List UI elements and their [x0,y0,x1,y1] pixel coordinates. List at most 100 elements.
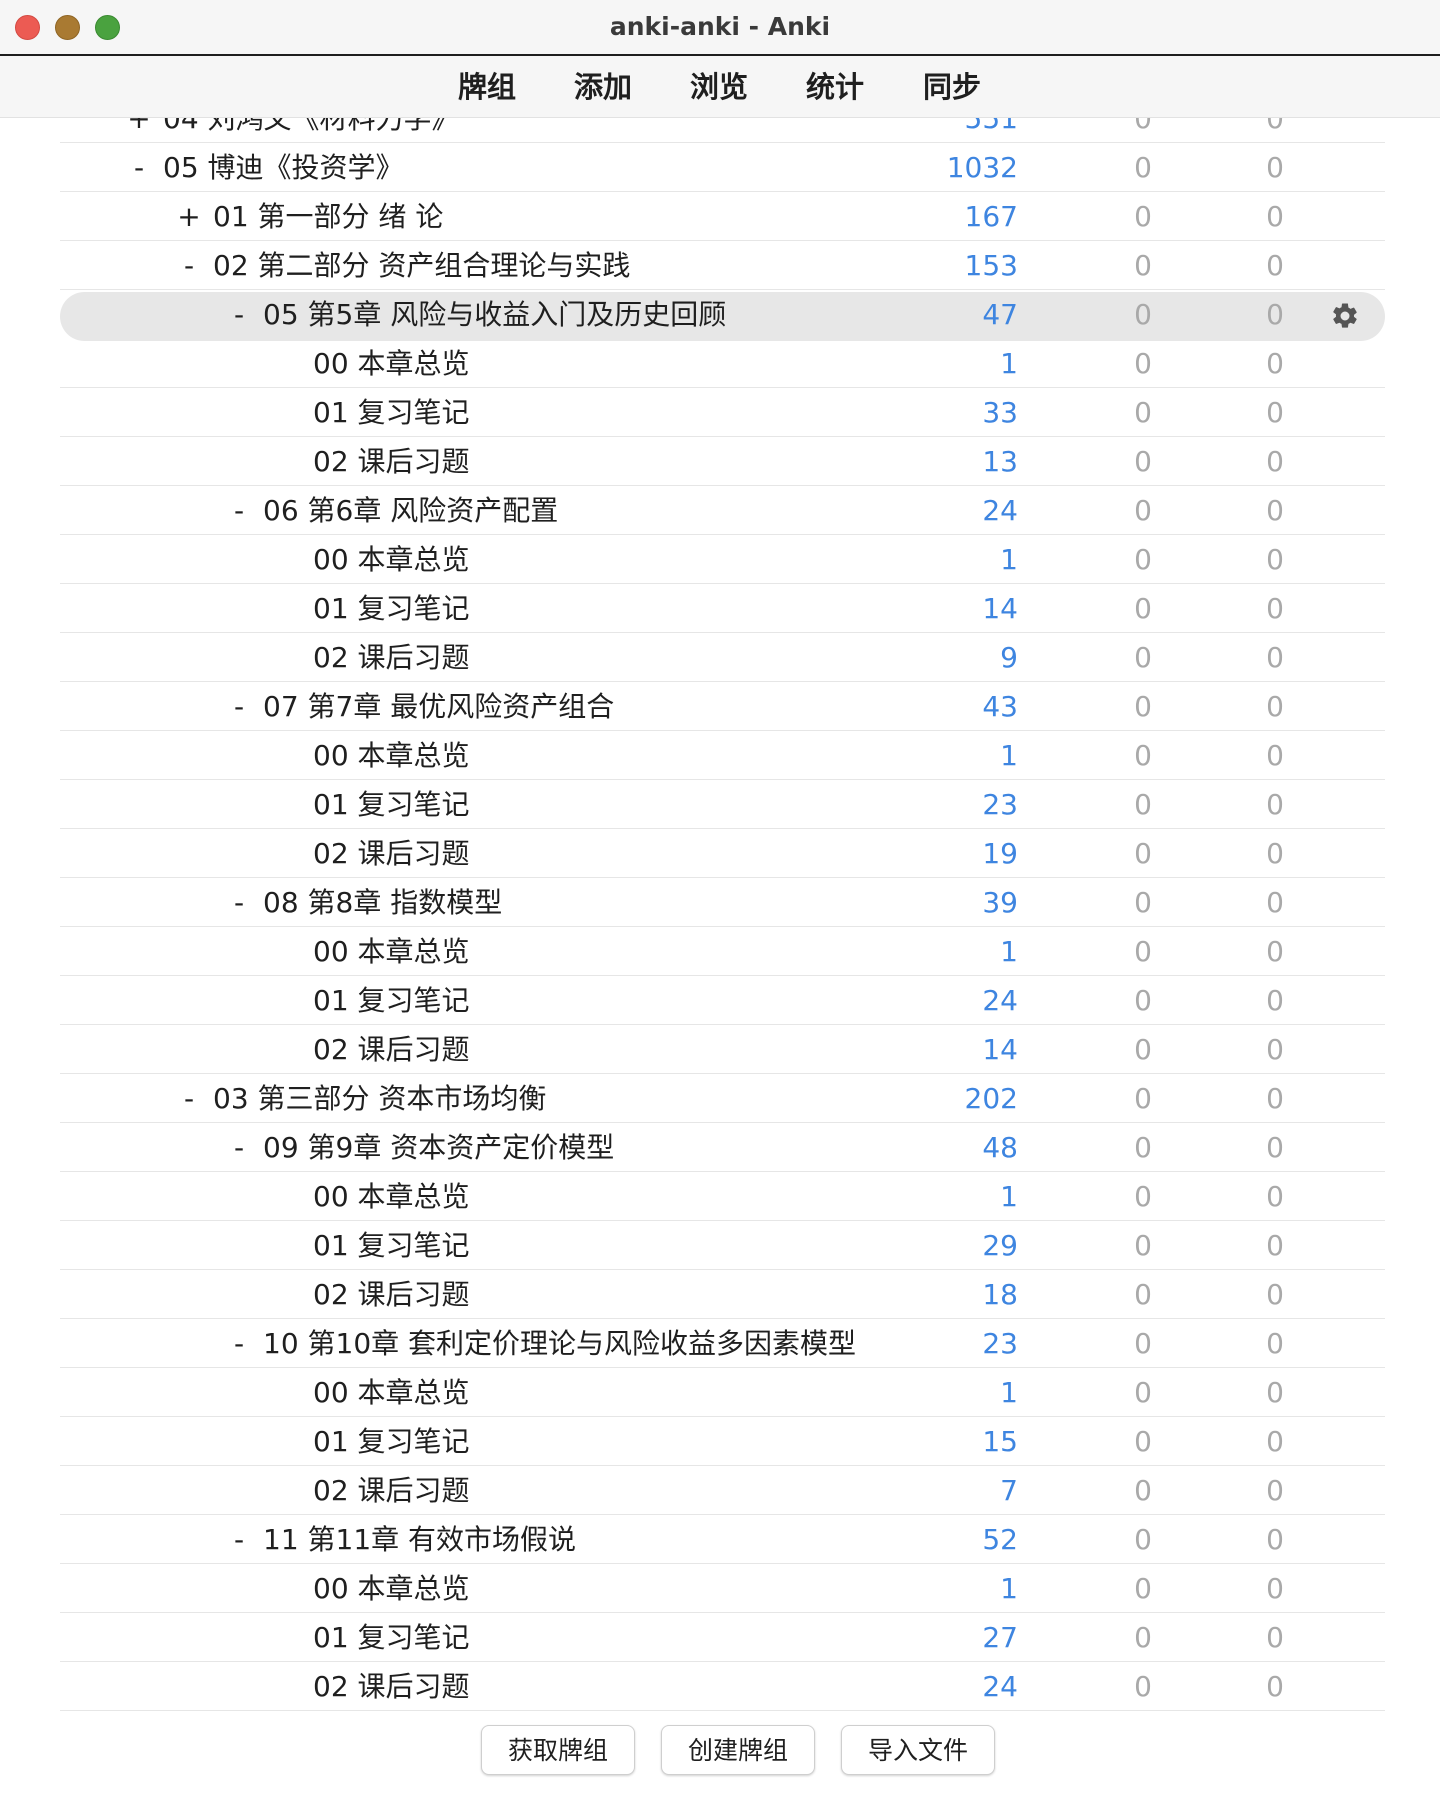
deck-row-current[interactable]: -05 第5章 风险与收益入门及历史回顾 47 0 0 [0,290,1440,341]
deck-name-link[interactable]: 00 本章总览 [313,927,470,976]
get-shared-button[interactable]: 获取牌组 [481,1725,635,1775]
collapse-toggle[interactable]: - [224,1515,254,1564]
deck-row[interactable]: 01 复习笔记 23 0 0 [0,780,1440,829]
deck-row[interactable]: -05 博迪《投资学》 1032 0 0 [0,143,1440,192]
deck-name-link[interactable]: 00 本章总览 [313,1564,470,1613]
deck-name-link[interactable]: 01 第一部分 绪 论 [213,192,443,241]
deck-row[interactable]: -11 第11章 有效市场假说 52 0 0 [0,1515,1440,1564]
expand-toggle[interactable]: + [174,192,204,241]
collapse-toggle[interactable]: - [224,486,254,535]
new-count: 39 [982,886,1018,919]
deck-row[interactable]: 00 本章总览 1 0 0 [0,535,1440,584]
toolbar-decks[interactable]: 牌组 [458,56,516,118]
deck-list[interactable]: +04 刘鸿文《材料力学》 551 0 0-05 博迪《投资学》 1032 0 0 +01 第… [0,118,1440,1713]
create-deck-button[interactable]: 创建牌组 [661,1725,815,1775]
deck-name-link[interactable]: 01 复习笔记 [313,1221,470,1270]
deck-row[interactable]: -09 第9章 资本资产定价模型 48 0 0 [0,1123,1440,1172]
deck-row[interactable]: 01 复习笔记 27 0 0 [0,1613,1440,1662]
deck-row[interactable]: -10 第10章 套利定价理论与风险收益多因素模型 23 0 0 [0,1319,1440,1368]
toolbar-add[interactable]: 添加 [574,56,632,118]
deck-name-link[interactable]: 10 第10章 套利定价理论与风险收益多因素模型 [263,1319,856,1368]
deck-row[interactable]: +01 第一部分 绪 论 167 0 0 [0,192,1440,241]
deck-row[interactable]: +04 刘鸿文《材料力学》 551 0 0 [0,118,1440,143]
learn-count: 0 [1134,690,1152,723]
deck-row[interactable]: 02 课后习题 19 0 0 [0,829,1440,878]
deck-row[interactable]: 02 课后习题 7 0 0 [0,1466,1440,1515]
deck-row[interactable]: 00 本章总览 1 0 0 [0,1564,1440,1613]
deck-row[interactable]: 02 课后习题 18 0 0 [0,1270,1440,1319]
deck-row[interactable]: 02 课后习题 14 0 0 [0,1025,1440,1074]
deck-name-link[interactable]: 04 刘鸿文《材料力学》 [163,118,460,143]
learn-count: 0 [1134,494,1152,527]
deck-row[interactable]: 02 课后习题 13 0 0 [0,437,1440,486]
deck-name-link[interactable]: 02 课后习题 [313,829,470,878]
deck-name-link[interactable]: 02 课后习题 [313,1466,470,1515]
deck-name-link[interactable]: 00 本章总览 [313,535,470,584]
collapse-toggle[interactable]: - [174,241,204,290]
collapse-toggle[interactable]: - [174,1074,204,1123]
collapse-toggle[interactable]: - [224,878,254,927]
deck-name-link[interactable]: 02 课后习题 [313,1270,470,1319]
deck-name-link[interactable]: 02 课后习题 [313,437,470,486]
deck-name-link[interactable]: 01 复习笔记 [313,584,470,633]
deck-name-link[interactable]: 09 第9章 资本资产定价模型 [263,1123,614,1172]
deck-name-link[interactable]: 01 复习笔记 [313,1417,470,1466]
learn-count: 0 [1134,396,1152,429]
deck-name-link[interactable]: 02 课后习题 [313,1025,470,1074]
toolbar-sync[interactable]: 同步 [923,56,981,118]
deck-name-link[interactable]: 07 第7章 最优风险资产组合 [263,682,614,731]
collapse-toggle[interactable]: - [224,1319,254,1368]
deck-row[interactable]: -03 第三部分 资本市场均衡 202 0 0 [0,1074,1440,1123]
expand-toggle[interactable]: + [124,118,154,143]
deck-row[interactable]: 00 本章总览 1 0 0 [0,339,1440,388]
deck-name-link[interactable]: 00 本章总览 [313,731,470,780]
deck-name-link[interactable]: 06 第6章 风险资产配置 [263,486,558,535]
deck-name-link[interactable]: 01 复习笔记 [313,388,470,437]
deck-name-link[interactable]: 08 第8章 指数模型 [263,878,502,927]
deck-row[interactable]: 02 课后习题 24 0 0 [0,1662,1440,1711]
new-count: 1 [1000,935,1018,968]
deck-name-link[interactable]: 01 复习笔记 [313,976,470,1025]
deck-row[interactable]: 01 复习笔记 15 0 0 [0,1417,1440,1466]
deck-row[interactable]: -06 第6章 风险资产配置 24 0 0 [0,486,1440,535]
expander-empty [274,1368,304,1417]
deck-row[interactable]: 01 复习笔记 33 0 0 [0,388,1440,437]
import-file-button[interactable]: 导入文件 [841,1725,995,1775]
collapse-toggle[interactable]: - [224,290,254,339]
collapse-toggle[interactable]: - [224,682,254,731]
deck-name-link[interactable]: 02 第二部分 资产组合理论与实践 [213,241,630,290]
due-count: 0 [1266,1670,1284,1703]
deck-name-link[interactable]: 01 复习笔记 [313,1613,470,1662]
new-count: 43 [982,690,1018,723]
due-count: 0 [1266,543,1284,576]
deck-name-link[interactable]: 05 博迪《投资学》 [163,143,404,192]
learn-count: 0 [1134,1180,1152,1213]
deck-name-link[interactable]: 03 第三部分 资本市场均衡 [213,1074,546,1123]
deck-row[interactable]: -07 第7章 最优风险资产组合 43 0 0 [0,682,1440,731]
deck-row[interactable]: 00 本章总览 1 0 0 [0,927,1440,976]
deck-name-link[interactable]: 00 本章总览 [313,339,470,388]
new-count: 13 [982,445,1018,478]
deck-row[interactable]: -08 第8章 指数模型 39 0 0 [0,878,1440,927]
deck-row[interactable]: 00 本章总览 1 0 0 [0,1368,1440,1417]
toolbar-browse[interactable]: 浏览 [690,56,748,118]
collapse-toggle[interactable]: - [124,143,154,192]
deck-row[interactable]: 02 课后习题 9 0 0 [0,633,1440,682]
deck-row[interactable]: 00 本章总览 1 0 0 [0,1172,1440,1221]
deck-row[interactable]: 01 复习笔记 29 0 0 [0,1221,1440,1270]
deck-name-link[interactable]: 02 课后习题 [313,633,470,682]
collapse-toggle[interactable]: - [224,1123,254,1172]
deck-row[interactable]: 00 本章总览 1 0 0 [0,731,1440,780]
deck-name-link[interactable]: 05 第5章 风险与收益入门及历史回顾 [263,290,726,339]
deck-name-link[interactable]: 11 第11章 有效市场假说 [263,1515,576,1564]
deck-row[interactable]: 01 复习笔记 24 0 0 [0,976,1440,1025]
learn-count: 0 [1134,1621,1152,1654]
deck-row[interactable]: -02 第二部分 资产组合理论与实践 153 0 0 [0,241,1440,290]
deck-row[interactable]: 01 复习笔记 14 0 0 [0,584,1440,633]
deck-name-link[interactable]: 01 复习笔记 [313,780,470,829]
deck-name-link[interactable]: 00 本章总览 [313,1172,470,1221]
toolbar-stats[interactable]: 统计 [806,56,864,118]
gear-icon[interactable] [1330,301,1360,331]
deck-name-link[interactable]: 00 本章总览 [313,1368,470,1417]
deck-name-link[interactable]: 02 课后习题 [313,1662,470,1711]
